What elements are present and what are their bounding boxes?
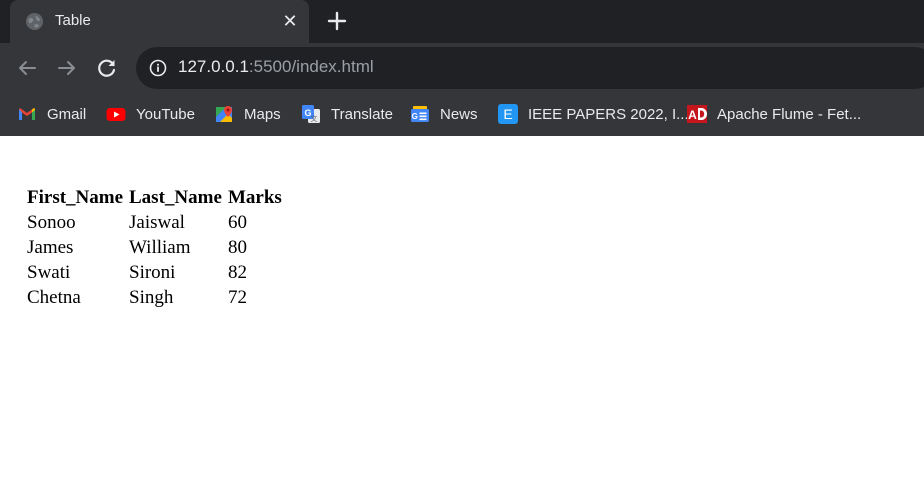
svg-text:G: G	[412, 112, 418, 121]
bookmark-translate[interactable]: G 文 Translate	[301, 103, 393, 125]
toolbar: 127.0.0.1:5500/index.html	[0, 43, 924, 93]
news-icon: G	[411, 106, 429, 122]
address-bar[interactable]: 127.0.0.1:5500/index.html	[136, 47, 924, 89]
table-cell: 80	[228, 237, 247, 258]
tab-strip: Table ✕	[0, 0, 924, 43]
bookmarks-bar: Gmail YouTube Maps G 文 Translate G News …	[0, 93, 924, 136]
table-cell: Chetna	[27, 287, 81, 308]
url-host: 127.0.0.1	[178, 57, 249, 76]
youtube-icon	[106, 108, 126, 121]
bookmark-label: Translate	[331, 105, 393, 123]
site-info-icon[interactable]	[148, 58, 168, 78]
table-cell: 60	[228, 212, 247, 233]
close-tab-icon[interactable]: ✕	[280, 11, 300, 31]
svg-text:文: 文	[311, 114, 318, 123]
bookmark-gmail[interactable]: Gmail	[17, 103, 86, 125]
table-cell: 72	[228, 287, 247, 308]
table-row: Swati Sironi 82	[26, 260, 282, 285]
svg-text:E: E	[503, 106, 512, 122]
back-icon[interactable]	[15, 56, 39, 80]
tab-active[interactable]: Table ✕	[10, 0, 309, 43]
page-content: First_Name Last_Name Marks Sonoo Jaiswal…	[0, 136, 924, 483]
table-cell: Jaiswal	[129, 212, 185, 233]
table-cell: Swati	[27, 262, 71, 283]
translate-icon: G 文	[302, 105, 320, 123]
forward-icon[interactable]	[55, 56, 79, 80]
bookmark-label: Apache Flume - Fet...	[717, 105, 862, 123]
table-cell: Sironi	[129, 262, 176, 283]
bookmark-apache-flume[interactable]: A Apache Flume - Fet...	[687, 103, 861, 125]
table-cell: 82	[228, 262, 247, 283]
bookmark-label: Gmail	[47, 105, 87, 123]
bookmark-maps[interactable]: Maps	[214, 103, 281, 125]
table-cell: Singh	[129, 287, 174, 308]
column-header: First_Name	[27, 187, 124, 208]
apache-flume-icon: A	[687, 105, 707, 123]
marks-table: First_Name Last_Name Marks Sonoo Jaiswal…	[26, 185, 282, 310]
table-cell: James	[27, 237, 74, 258]
bookmark-news[interactable]: G News	[410, 103, 478, 125]
table-row: James William 80	[26, 235, 282, 260]
url-text: 127.0.0.1:5500/index.html	[178, 57, 374, 77]
bookmark-label: YouTube	[136, 105, 195, 123]
ieee-icon: E	[498, 104, 518, 124]
bookmark-label: News	[440, 105, 478, 123]
url-path: :5500/index.html	[248, 57, 374, 76]
table-row: Sonoo Jaiswal 60	[26, 210, 282, 235]
tab-title: Table	[55, 12, 91, 29]
gmail-icon	[19, 108, 35, 120]
new-tab-icon[interactable]	[325, 9, 349, 33]
bookmark-label: IEEE PAPERS 2022, I...	[528, 105, 689, 123]
bookmark-youtube[interactable]: YouTube	[106, 103, 195, 125]
column-header: Marks	[228, 187, 282, 208]
table-header-row: First_Name Last_Name Marks	[26, 185, 282, 210]
table-cell: Sonoo	[27, 212, 76, 233]
table-cell: William	[129, 237, 191, 258]
table-row: Chetna Singh 72	[26, 285, 282, 310]
bookmark-ieee[interactable]: E IEEE PAPERS 2022, I...	[498, 103, 689, 125]
reload-icon[interactable]	[95, 56, 119, 80]
column-header: Last_Name	[129, 187, 222, 208]
bookmark-label: Maps	[244, 105, 281, 123]
maps-icon	[216, 106, 232, 122]
globe-icon	[25, 12, 44, 31]
svg-text:A: A	[688, 108, 697, 122]
